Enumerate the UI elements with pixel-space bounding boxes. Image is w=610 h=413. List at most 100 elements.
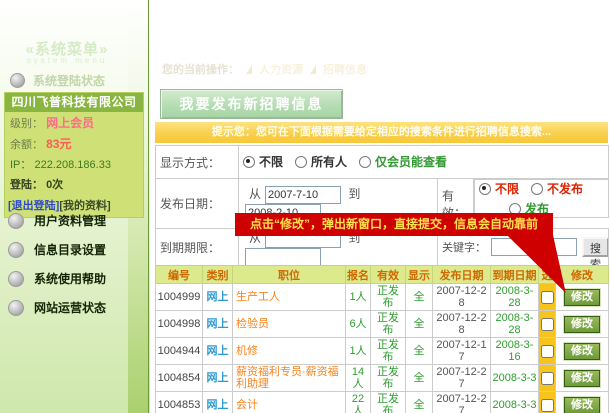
login-status-header: 系统登陆状态 <box>10 72 105 89</box>
expire-date-label: 到期期限： <box>156 229 239 267</box>
my-profile-link[interactable]: [我的资料] <box>59 200 110 212</box>
cell-modify: 修改 <box>556 311 609 338</box>
cell-display: 全 <box>406 284 433 311</box>
radio-option-not-published[interactable]: 不发布 <box>531 180 583 197</box>
col-header-category: 类别 <box>203 266 233 284</box>
cell-valid: 正发布 <box>371 365 406 392</box>
radio-option-unlimited[interactable]: 不限 <box>243 153 283 170</box>
modify-button[interactable]: 修改 <box>564 343 600 360</box>
radio-label: 不限 <box>259 153 283 170</box>
sidebar-item-info-directory[interactable]: 信息目录设置 <box>8 241 106 258</box>
row-select-checkbox[interactable] <box>541 345 554 358</box>
radio-label: 不限 <box>495 180 519 197</box>
sidebar-item-system-help[interactable]: 系统使用帮助 <box>8 270 106 287</box>
cell-publish-date: 2007-12-28 <box>433 311 491 338</box>
sidebar: «系统菜单» system menu 系统登陆状态 四川飞普科技有限公司 级别：… <box>0 0 150 413</box>
radio-icon[interactable] <box>295 156 307 168</box>
publish-date-label: 发布日期： <box>156 179 239 229</box>
page: «系统菜单» system menu 系统登陆状态 四川飞普科技有限公司 级别：… <box>0 0 610 413</box>
cell-display: 全 <box>406 311 433 338</box>
table-header-row: 编号 类别 职位 报名 有效 显示 发布日期 到期日期 选 修改 <box>156 266 609 284</box>
account-info-panel: 四川飞普科技有限公司 级别： 网上会员 余额： 83元 IP： 222.208.… <box>4 92 144 218</box>
cell-modify: 修改 <box>556 392 609 413</box>
cell-valid: 正发布 <box>371 284 406 311</box>
col-header-modify: 修改 <box>556 266 609 284</box>
cell-display: 全 <box>406 338 433 365</box>
row-select-checkbox[interactable] <box>541 372 554 385</box>
cell-expire-date: 2008-3-28 <box>491 284 539 311</box>
sidebar-item-label: 网站运营状态 <box>34 299 106 316</box>
cell-publish-date: 2007-12-17 <box>433 338 491 365</box>
job-postings-table: 编号 类别 职位 报名 有效 显示 发布日期 到期日期 选 修改 1004999… <box>155 265 609 413</box>
radio-icon[interactable] <box>531 183 543 195</box>
bullet-orb-icon <box>8 271 24 287</box>
publish-new-job-button[interactable]: 我要发布新招聘信息 <box>160 89 343 119</box>
cell-expire-date: 2008-3-28 <box>491 311 539 338</box>
row-select-checkbox[interactable] <box>541 291 554 304</box>
col-header-valid: 有效 <box>371 266 406 284</box>
breadcrumb-item-recruit[interactable]: 招聘信息 <box>323 61 367 77</box>
cell-applicants: 22人 <box>346 392 371 413</box>
balance-value: 83元 <box>46 137 71 151</box>
cell-position: 会计 <box>233 392 346 413</box>
cell-display: 全 <box>406 392 433 413</box>
cell-position: 薪资福利专员·薪资福利助理 <box>233 365 346 392</box>
login-count-value: 0次 <box>46 179 63 191</box>
cell-publish-date: 2007-12-27 <box>433 392 491 413</box>
row-select-checkbox[interactable] <box>541 318 554 331</box>
radio-label: 不发布 <box>547 180 583 197</box>
modify-hint-callout: 点击“修改”，弹出新窗口，直接提交，信息会自动靠前 <box>235 213 553 236</box>
modify-button[interactable]: 修改 <box>564 370 600 387</box>
cell-valid: 正发布 <box>371 338 406 365</box>
radio-icon[interactable] <box>359 156 371 168</box>
cell-id: 1004999 <box>156 284 203 311</box>
search-button[interactable]: 搜索 <box>582 237 609 257</box>
display-mode-label: 显示方式： <box>156 146 239 179</box>
cell-id: 1004998 <box>156 311 203 338</box>
status-orb-icon <box>10 73 25 88</box>
breadcrumb-item-hr[interactable]: 人力资源 <box>259 61 303 77</box>
cell-valid: 正发布 <box>371 392 406 413</box>
sidebar-item-site-status[interactable]: 网站运营状态 <box>8 299 106 316</box>
cell-category: 网上 <box>203 284 233 311</box>
bullet-orb-icon <box>8 242 24 258</box>
radio-option-everyone[interactable]: 所有人 <box>295 153 347 170</box>
modify-button[interactable]: 修改 <box>564 316 600 333</box>
col-header-position: 职位 <box>233 266 346 284</box>
triangle-icon <box>246 65 252 74</box>
cell-category: 网上 <box>203 365 233 392</box>
logout-link[interactable]: [退出登陆] <box>8 200 59 212</box>
radio-icon[interactable] <box>243 156 255 168</box>
cell-display: 全 <box>406 365 433 392</box>
level-label: 级别： <box>10 118 43 130</box>
login-count-label: 登陆： <box>10 179 43 191</box>
radio-option-members-only[interactable]: 仅会员能查看 <box>359 153 447 170</box>
row-select-checkbox[interactable] <box>541 399 554 412</box>
cell-id: 1004853 <box>156 392 203 413</box>
cell-applicants: 1人 <box>346 284 371 311</box>
table-row: 1004999 网上 生产工人 1人 正发布 全 2007-12-28 2008… <box>156 284 609 311</box>
modify-button[interactable]: 修改 <box>564 289 600 306</box>
table-row: 1004854 网上 薪资福利专员·薪资福利助理 14人 正发布 全 2007-… <box>156 365 609 392</box>
cell-category: 网上 <box>203 311 233 338</box>
cell-category: 网上 <box>203 338 233 365</box>
col-header-publish-date: 发布日期 <box>433 266 491 284</box>
table-row: 1004944 网上 机修 1人 正发布 全 2007-12-17 2008-3… <box>156 338 609 365</box>
to-label: 到 <box>348 187 360 201</box>
cell-position: 生产工人 <box>233 284 346 311</box>
sidebar-item-user-data[interactable]: 用户资料管理 <box>8 212 106 229</box>
col-header-applicants: 报名 <box>346 266 371 284</box>
radio-label: 所有人 <box>311 153 347 170</box>
modify-button[interactable]: 修改 <box>564 397 600 413</box>
ip-label: IP： <box>10 159 31 171</box>
cell-modify: 修改 <box>556 338 609 365</box>
expire-to-input[interactable] <box>245 248 321 266</box>
cell-select <box>539 338 556 365</box>
radio-icon[interactable] <box>479 183 491 195</box>
radio-option-unlimited[interactable]: 不限 <box>479 180 519 197</box>
cell-id: 1004854 <box>156 365 203 392</box>
col-header-expire-date: 到期日期 <box>491 266 539 284</box>
account-ip-row: IP： 222.208.186.33 <box>5 154 143 174</box>
col-header-id: 编号 <box>156 266 203 284</box>
publish-from-input[interactable] <box>265 186 341 204</box>
